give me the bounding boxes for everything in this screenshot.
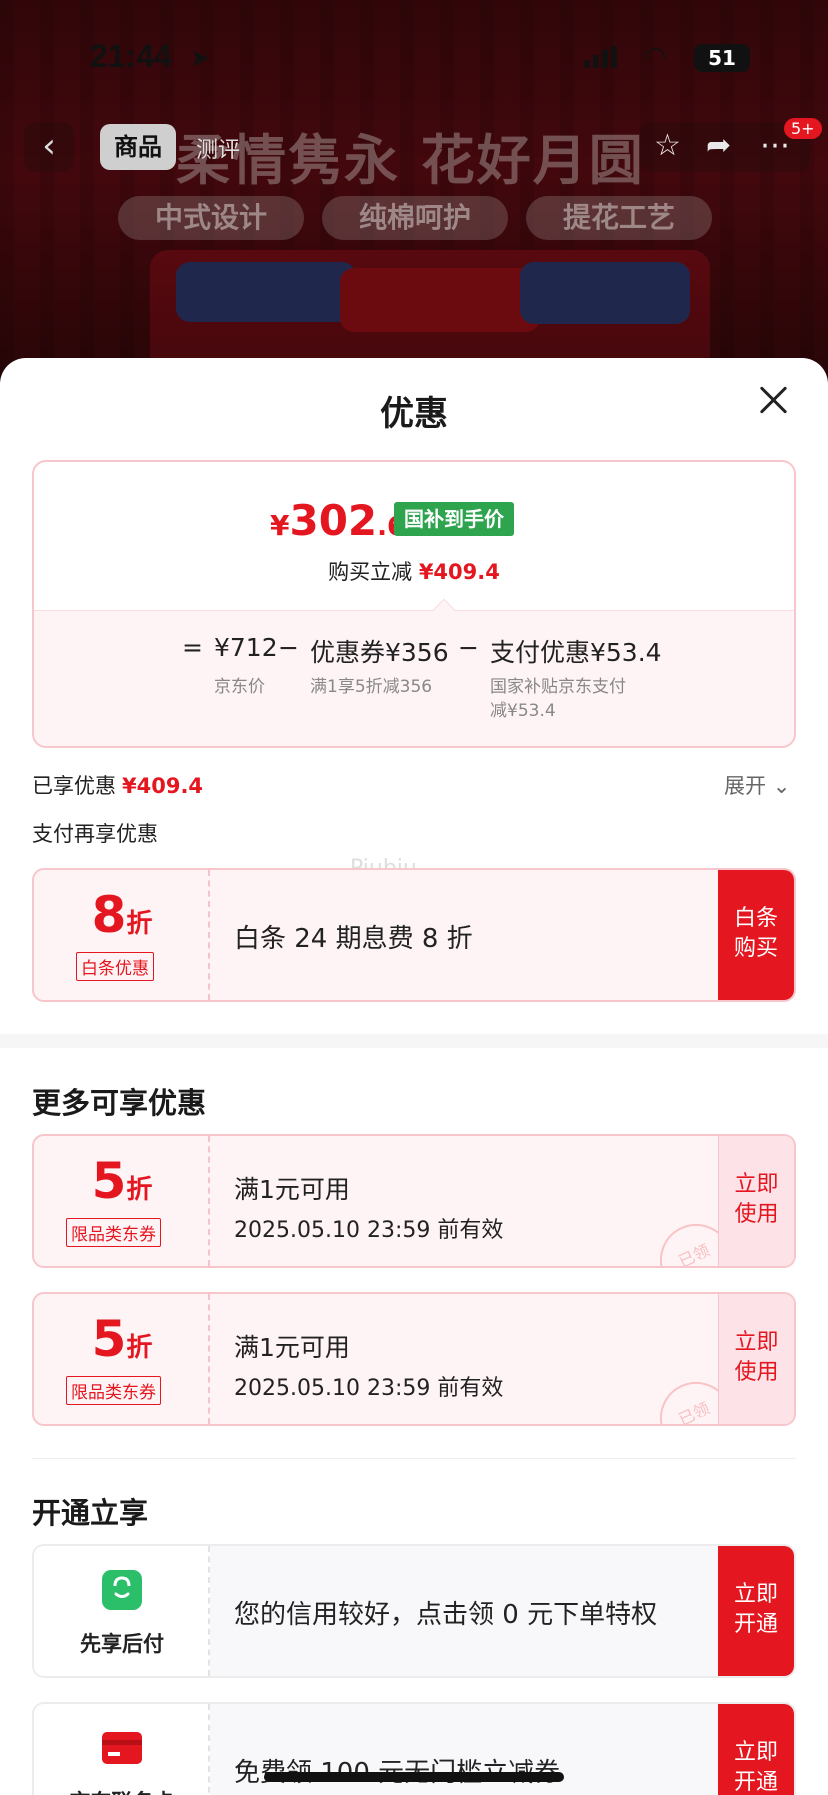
coupon-expiry: 2025.05.10 23:59 前有效: [234, 1376, 504, 1401]
subsidy-price-tag: 国补到手价: [394, 502, 514, 536]
price-summary-top: ¥302.6 国补到手价 购买立减 ¥409.4: [34, 462, 794, 610]
feature-pill: 中式设计: [118, 196, 304, 240]
home-indicator: [264, 1772, 564, 1782]
status-time: 21:44: [90, 38, 172, 74]
service-left: 先享后付: [34, 1546, 210, 1676]
chevron-down-icon: ⌄: [772, 774, 791, 798]
coupon-category-tag: 限品类东券: [66, 1218, 161, 1247]
coupon-category-tag: 限品类东券: [66, 1376, 161, 1405]
discount-rate: 5折: [91, 1310, 153, 1368]
baitiao-offer-card[interactable]: 8折 白条优惠 白条 24 期息费 8 折 白条 购买: [32, 868, 796, 1002]
coupon-threshold: 满1元可用: [234, 1175, 350, 1204]
service-name: 先享后付: [80, 1632, 164, 1656]
baitiao-desc: 白条 24 期息费 8 折: [234, 924, 473, 954]
coupon-left: 8折 白条优惠: [34, 870, 210, 1000]
divider-line: [32, 1458, 796, 1459]
coupon-card[interactable]: 5折 限品类东券 满1元可用 2025.05.10 23:59 前有效 已领 立…: [32, 1292, 796, 1426]
use-coupon-button[interactable]: 立即 使用: [718, 1136, 794, 1266]
use-coupon-button[interactable]: 立即 使用: [718, 1294, 794, 1424]
battery-icon: 51: [694, 44, 750, 72]
status-bar: 21:44 ➤ ◠ 51: [0, 38, 828, 78]
feature-pills: 中式设计 纯棉呵护 提花工艺: [118, 196, 718, 240]
pay-discount-label: 国家补贴京东支付 减¥53.4: [490, 677, 626, 721]
price-breakdown: = ¥712 − 优惠券¥356 − 支付优惠¥53.4 京东价 满1享5折减3…: [34, 598, 794, 746]
price-summary-card: ¥302.6 国补到手价 购买立减 ¥409.4 = ¥712 − 优惠券¥35…: [32, 460, 796, 748]
service-name: 京东联名卡: [34, 1786, 210, 1795]
coupon-discount: 优惠券¥356: [310, 638, 449, 667]
final-price: ¥302.6: [270, 496, 406, 545]
wifi-icon: ◠: [644, 42, 667, 72]
star-icon[interactable]: ☆: [654, 128, 681, 163]
discount-sheet: 优惠 ¥302.6 国补到手价 购买立减 ¥409.4 = ¥712 − 优惠券…: [0, 358, 828, 1795]
jd-price-label: 京东价: [214, 677, 265, 697]
service-desc: 免费领 100 元无门槛立减券: [234, 1752, 560, 1789]
tab-review[interactable]: 测评: [196, 132, 240, 164]
product-nav-bar: ‹ 柔情隽永 花好月圆 商品 测评 ☆ ➦ ⋯ 5+: [0, 118, 828, 192]
activate-button[interactable]: 立即 开通: [718, 1546, 794, 1676]
coupon-expiry: 2025.05.10 23:59 前有效: [234, 1218, 504, 1243]
enjoyed-amount: ¥409.4: [122, 774, 204, 798]
location-arrow-icon: ➤: [190, 44, 211, 72]
minus-sign: −: [458, 633, 479, 662]
jd-price: ¥712: [214, 633, 278, 662]
instant-cut-amount: ¥409.4: [418, 560, 500, 584]
discount-rate: 5折: [91, 1152, 153, 1210]
open-enjoy-title: 开通立享: [32, 1496, 149, 1530]
cellular-signal-icon: [584, 46, 618, 68]
coupon-left: 5折 限品类东券: [34, 1294, 210, 1424]
coupon-threshold: 满1元可用: [234, 1333, 350, 1362]
feature-pill: 纯棉呵护: [322, 196, 508, 240]
enjoyed-discount: 已享优惠 ¥409.4: [32, 774, 204, 798]
service-left: 京东联名卡: [34, 1704, 210, 1795]
pay-more-title: 支付再享优惠: [32, 822, 158, 846]
coupon-discount-label: 满1享5折减356: [310, 677, 433, 697]
sheet-title: 优惠: [380, 394, 448, 434]
more-offers-title: 更多可享优惠: [32, 1086, 207, 1120]
tab-product[interactable]: 商品: [100, 124, 176, 170]
pay-later-card[interactable]: 先享后付 您的信用较好，点击领 0 元下单特权 立即 开通: [32, 1544, 796, 1678]
service-desc: 您的信用较好，点击领 0 元下单特权: [234, 1600, 658, 1630]
back-button[interactable]: ‹: [24, 122, 74, 172]
activate-button[interactable]: 立即 开通: [718, 1704, 794, 1795]
instant-cut-line: 购买立减 ¥409.4: [328, 560, 500, 584]
discount-rate: 8折: [91, 886, 153, 944]
baitiao-buy-button[interactable]: 白条 购买: [718, 870, 794, 1000]
section-divider: [0, 1034, 828, 1048]
expand-button[interactable]: 展开 ⌄: [724, 770, 790, 800]
share-icon[interactable]: ➦: [706, 128, 731, 163]
equals-sign: =: [182, 633, 203, 662]
message-badge: 5+: [784, 118, 822, 139]
shopping-bag-icon: [102, 1570, 142, 1610]
product-banner-headline: 柔情隽永 花好月圆: [176, 129, 645, 192]
credit-card-icon: [102, 1732, 142, 1764]
feature-pill: 提花工艺: [526, 196, 712, 240]
baitiao-tag: 白条优惠: [76, 952, 154, 981]
close-icon[interactable]: [752, 378, 796, 422]
pay-discount: 支付优惠¥53.4: [490, 638, 662, 667]
coupon-card[interactable]: 5折 限品类东券 满1元可用 2025.05.10 23:59 前有效 已领 立…: [32, 1134, 796, 1268]
minus-sign: −: [278, 633, 299, 662]
coupon-left: 5折 限品类东券: [34, 1136, 210, 1266]
